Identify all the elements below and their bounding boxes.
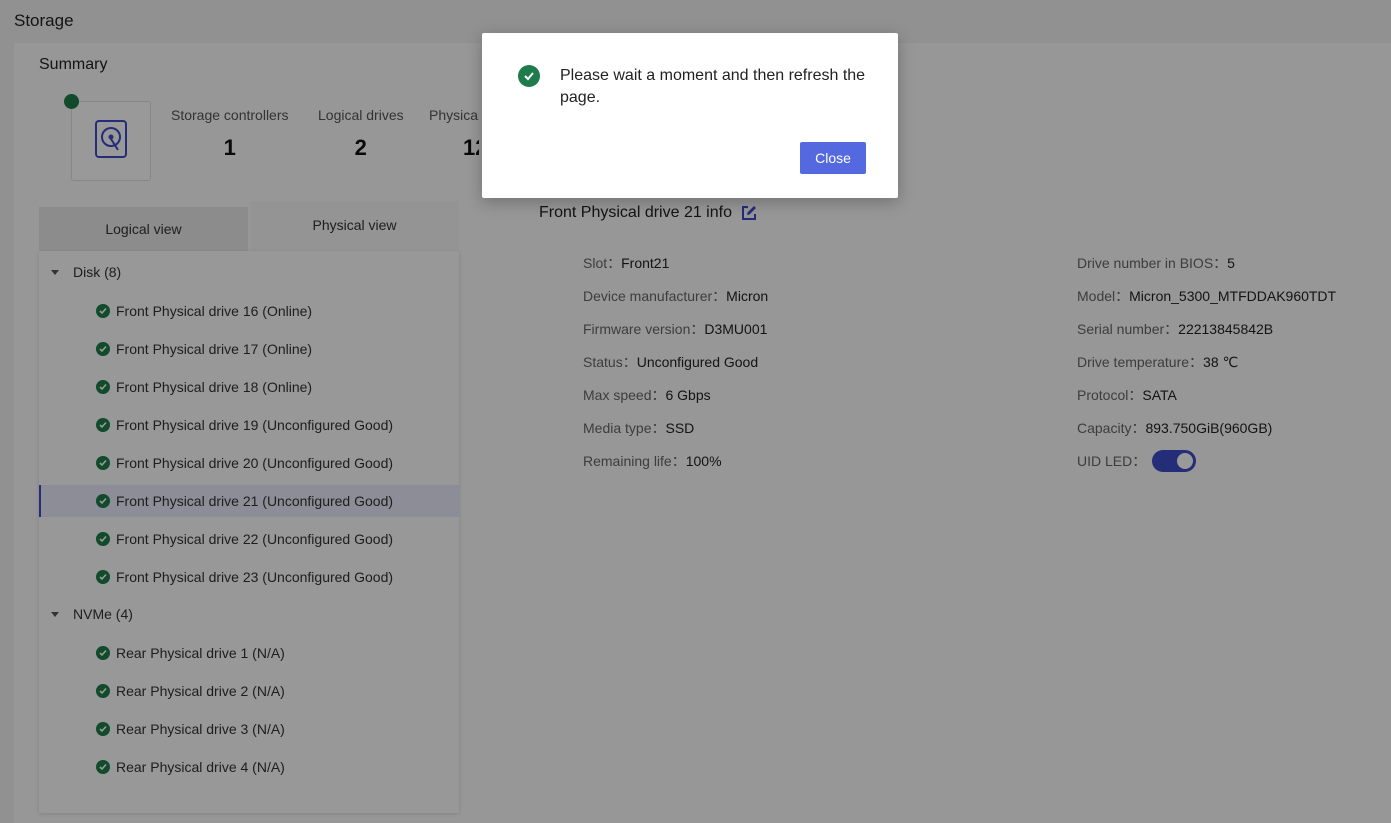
storage-page: Storage Summary Storage controllers 1 Lo…: [0, 0, 1391, 823]
success-check-icon: [518, 65, 540, 87]
close-button[interactable]: Close: [800, 142, 866, 174]
dialog-message: Please wait a moment and then refresh th…: [560, 67, 866, 106]
refresh-dialog: Please wait a moment and then refresh th…: [482, 33, 898, 198]
